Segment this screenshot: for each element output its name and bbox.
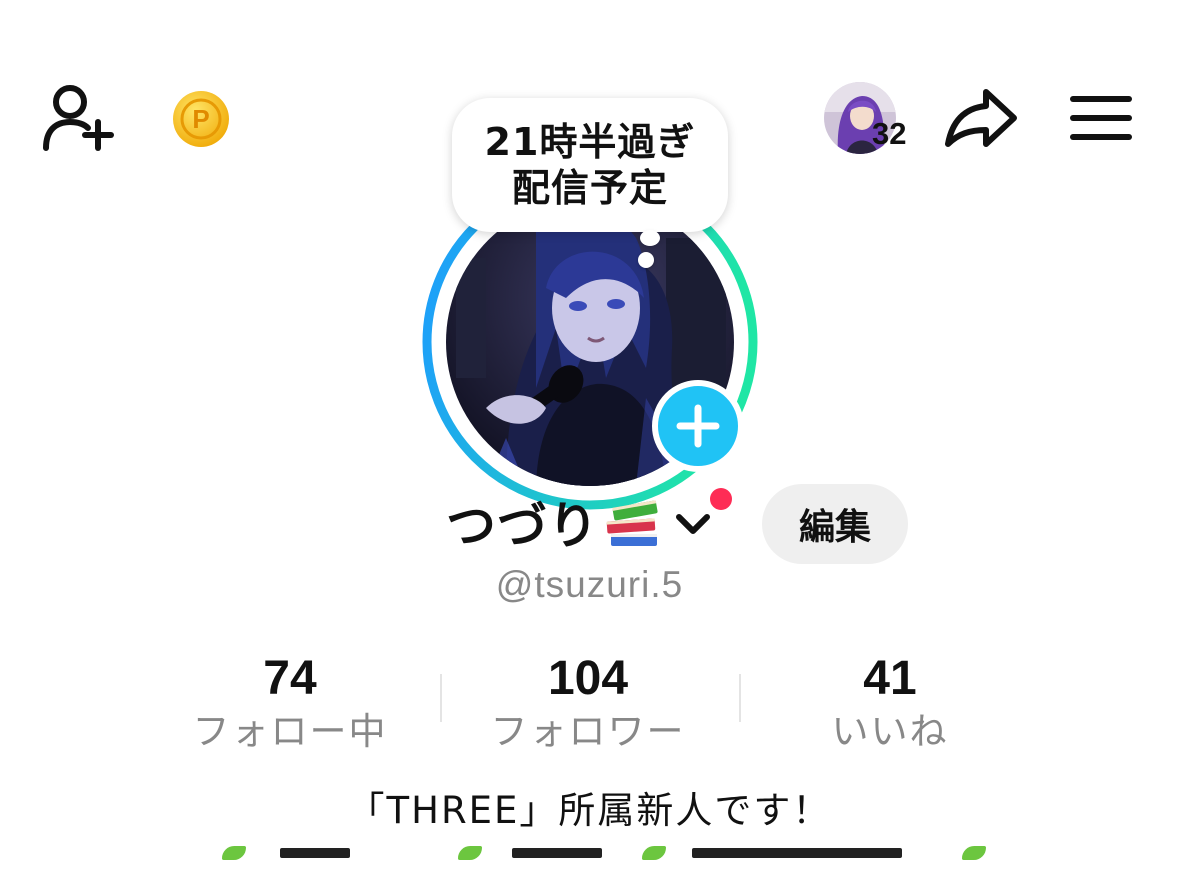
coin-button[interactable]: P <box>172 90 230 148</box>
followers-label: フォロワー <box>490 710 686 753</box>
note-tail-large <box>640 230 660 246</box>
followers-count: 104 <box>547 652 629 705</box>
following-count: 74 <box>263 652 317 705</box>
leaf-icon <box>222 846 246 860</box>
followers-stat[interactable]: 104 フォロワー <box>438 650 738 756</box>
note-line-1: 21時半過ぎ <box>484 120 696 164</box>
add-story-button[interactable] <box>652 380 744 472</box>
add-friend-button[interactable] <box>40 82 118 154</box>
plus-icon <box>676 404 720 448</box>
profile-note-bubble[interactable]: 21時半過ぎ 配信予定 <box>452 98 728 232</box>
person-plus-icon <box>43 85 114 151</box>
edit-profile-button[interactable]: 編集 <box>762 484 908 564</box>
likes-stat[interactable]: 41 いいね <box>740 650 1040 756</box>
bio-text: 「THREE」所属新人です！ <box>347 789 832 832</box>
bio-second-line-clipped <box>222 846 1002 876</box>
hamburger-menu-icon <box>1070 96 1132 140</box>
following-label: フォロー中 <box>192 710 388 753</box>
leaf-icon <box>642 846 666 860</box>
viewer-count-badge: 32 <box>872 116 907 151</box>
likes-count: 41 <box>863 652 917 705</box>
account-switcher[interactable]: つづり <box>446 488 713 556</box>
leaf-icon <box>458 846 482 860</box>
share-button[interactable] <box>944 86 1018 150</box>
username-handle: @tsuzuri.5 <box>495 564 684 605</box>
chevron-down-icon <box>676 514 710 534</box>
likes-label: いいね <box>831 710 949 753</box>
coin-glyph: P <box>192 104 209 134</box>
display-name: つづり <box>446 497 599 555</box>
notification-dot <box>710 488 732 510</box>
books-icon <box>606 500 658 546</box>
note-line-2: 配信予定 <box>511 166 668 210</box>
note-tail-small <box>638 252 654 268</box>
menu-button[interactable] <box>1070 94 1132 142</box>
share-arrow-icon <box>945 89 1017 147</box>
leaf-icon <box>962 846 986 860</box>
coin-icon: P <box>173 91 229 147</box>
following-stat[interactable]: 74 フォロー中 <box>140 650 440 756</box>
